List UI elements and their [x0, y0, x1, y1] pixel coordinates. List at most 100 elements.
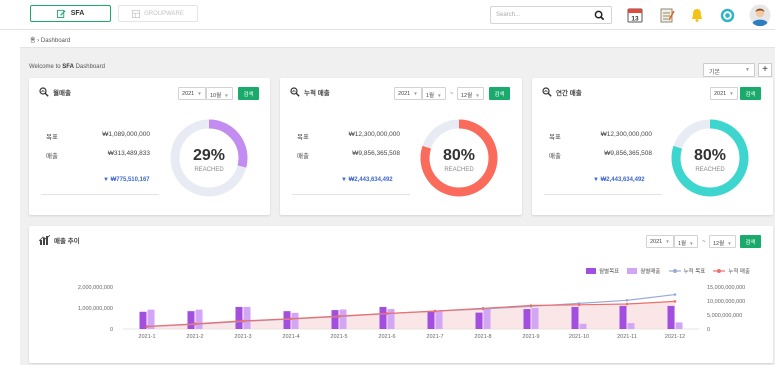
divider — [544, 194, 662, 195]
target-label: 목표 — [549, 134, 561, 141]
x-tick-label: 2021-6 — [378, 334, 395, 340]
year-select[interactable]: 2021 ▼ — [178, 87, 206, 100]
bar-sales — [435, 311, 443, 329]
progress-ring: 29% REACHED — [170, 119, 248, 197]
x-tick-label: 2021-10 — [569, 334, 589, 340]
chevron-down-icon: ▼ — [745, 67, 750, 73]
card-cumulative-sales: 누적 매출 2021 ▼ 1월 ▼ ~ 12월 ▼ 검색 목표 ₩12,300,000… — [280, 78, 522, 215]
line-point — [625, 299, 629, 302]
dashboard-content: Welcome to SFA Dashboard 기본 ▼ + 월매출 2021 ▼… — [20, 47, 775, 365]
range-tilde: ~ — [450, 91, 454, 97]
search-input[interactable]: Search... — [490, 6, 612, 24]
search-placeholder: Search... — [496, 12, 521, 18]
progress-ring: 80% REACHED — [420, 119, 498, 197]
search-button[interactable]: 검색 — [238, 87, 259, 100]
sales-label: 매출 — [297, 153, 309, 160]
welcome-text: Welcome to SFA Dashboard — [29, 64, 105, 70]
bar-sales — [531, 308, 539, 329]
gear-icon — [720, 8, 734, 22]
search-button[interactable]: 검색 — [740, 87, 761, 100]
notepad-icon — [660, 8, 675, 23]
y-right-tick-label: 0 — [707, 327, 710, 333]
divider — [292, 194, 410, 195]
year-select[interactable]: 2021 ▼ — [710, 87, 738, 100]
to-month-select[interactable]: 12월 ▼ — [457, 87, 484, 100]
line-point — [337, 314, 341, 318]
bar-sales — [579, 323, 587, 329]
bar-target — [139, 311, 147, 329]
bar-sales — [483, 308, 491, 329]
calendar-day: 13 — [631, 16, 639, 23]
top-bar: SFA GROUPWARE Search... 13 — [0, 0, 775, 30]
bar-target — [523, 309, 531, 329]
bar-target — [235, 306, 243, 329]
target-value: ₩12,300,000,000 — [348, 131, 400, 138]
target-value: ₩12,300,000,000 — [600, 131, 652, 138]
home-icon[interactable]: 홈 — [30, 38, 36, 44]
bell-icon — [692, 9, 702, 22]
welcome-suffix: Dashboard — [73, 64, 105, 70]
bar-target — [187, 311, 195, 329]
card-sales-trend: 매출 추이 2021 ▼ 1월 ▼ ~ 12월 ▼ 검색 월별목표 월별매출 누적 목… — [29, 226, 773, 363]
remaining-amount: ▼ ₩2,443,634,492 — [593, 177, 645, 183]
search-button[interactable]: 검색 — [489, 87, 510, 100]
year-select-value: 2021 — [182, 91, 195, 97]
y-right-tick-label: 10,000,000,000 — [707, 299, 745, 305]
x-tick-label: 2021-3 — [234, 334, 251, 340]
sales-label: 매출 — [549, 153, 561, 160]
notes-button[interactable] — [656, 5, 678, 25]
tab-groupware[interactable]: GROUPWARE — [118, 5, 198, 22]
bar-target — [619, 305, 627, 329]
month-select[interactable]: 10월 ▼ — [206, 87, 233, 100]
line-point — [193, 322, 197, 326]
from-month-value: 1월 — [426, 93, 435, 99]
layout-select[interactable]: 기본 ▼ — [703, 63, 755, 77]
chevron-down-icon: ▼ — [437, 93, 442, 98]
search-icon[interactable] — [594, 10, 605, 21]
add-widget-button[interactable]: + — [758, 63, 772, 77]
bar-target — [379, 306, 387, 329]
year-select[interactable]: 2021 ▼ — [394, 87, 422, 100]
bar-target — [283, 311, 291, 329]
reached-text: REACHED — [444, 167, 474, 173]
month-select-value: 10월 — [210, 93, 222, 99]
to-month-value: 12월 — [461, 93, 473, 99]
sales-trend-chart: 0 1,000,000,000 2,000,000,000 0 5,000,000,00… — [78, 285, 745, 340]
x-tick-label: 2021-9 — [522, 334, 539, 340]
bar-target — [571, 306, 579, 329]
chevron-down-icon: ▼ — [197, 91, 202, 96]
line-point — [529, 304, 533, 307]
remaining-amount-value: ₩2,443,634,492 — [600, 177, 645, 183]
tab-sfa[interactable]: SFA — [30, 5, 111, 22]
target-label: 목표 — [297, 134, 309, 141]
settings-button[interactable] — [716, 5, 738, 25]
cumulative-sales-area — [147, 301, 675, 329]
calendar-button[interactable]: 13 — [624, 5, 646, 25]
x-tick-label: 2021-2 — [186, 334, 203, 340]
percent-text: 80% — [443, 147, 475, 164]
line-point — [481, 307, 485, 310]
line-point — [241, 319, 245, 323]
from-month-select[interactable]: 1월 ▼ — [422, 87, 446, 100]
notifications-button[interactable] — [686, 5, 708, 25]
year-select-value: 2021 — [398, 91, 411, 97]
divider — [41, 194, 159, 195]
target-value: ₩1,089,000,000 — [102, 131, 150, 138]
line-point — [625, 302, 629, 306]
reached-text: REACHED — [695, 167, 725, 173]
sales-value: ₩9,856,365,508 — [604, 150, 652, 157]
y-left-tick-label: 2,000,000,000 — [78, 285, 113, 291]
reached-text: REACHED — [194, 167, 224, 173]
bar-sales — [387, 309, 395, 329]
percent-text: 80% — [694, 147, 726, 164]
chevron-down-icon: ▼ — [475, 93, 480, 98]
x-tick-label: 2021-1 — [138, 334, 155, 340]
calendar-icon: 13 — [627, 8, 643, 23]
x-tick-label: 2021-12 — [665, 334, 685, 340]
card-title-text: 연간 매출 — [556, 90, 582, 97]
sales-value: ₩313,489,833 — [107, 150, 150, 157]
user-avatar[interactable] — [748, 3, 772, 27]
card-title-text: 월매출 — [53, 90, 71, 97]
chart-search-icon — [39, 87, 49, 97]
y-left-tick-label: 1,000,000,000 — [78, 306, 113, 312]
